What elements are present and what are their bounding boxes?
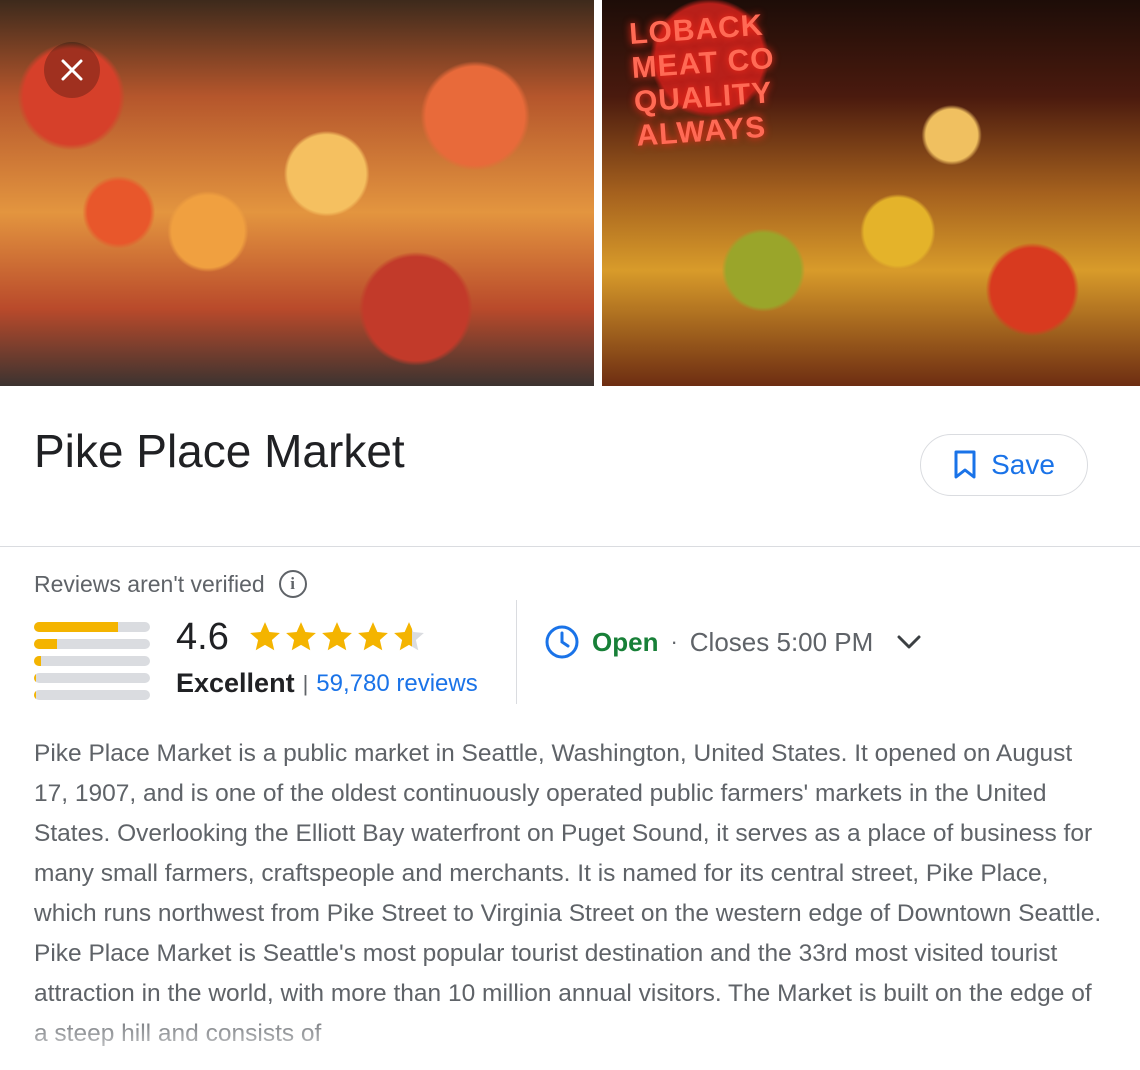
reviews-note-row: Reviews aren't verified i [34,570,307,598]
star-icon [358,622,388,651]
hours-row[interactable]: Open · Closes 5:00 PM [544,624,923,660]
rating-bar-2 [34,673,150,683]
close-icon [61,59,83,81]
photo-strip: LOBACK MEAT CO QUALITY ALWAYS [0,0,1140,388]
save-label: Save [991,449,1055,480]
market-produce-photo[interactable] [0,0,594,386]
place-description: Pike Place Market is a public market in … [34,740,1102,1047]
rating-distribution [34,622,150,707]
reviews-note: Reviews aren't verified [34,570,265,597]
rating-bar-fill [34,622,118,632]
rating-bar-fill [34,656,41,666]
rating-bar-fill [34,639,58,649]
dot-separator: · [670,629,678,654]
chevron-down-icon [897,635,921,649]
separator: | [302,670,309,696]
neon-sign: LOBACK MEAT CO QUALITY ALWAYS [628,8,776,153]
info-icon[interactable]: i [278,570,307,598]
rating-bar-3 [34,656,150,666]
rating-bar-fill [34,690,37,700]
hours-expand-button[interactable] [895,632,923,652]
bookmark-icon [954,450,976,479]
place-header: Pike Place Market Save [0,388,1140,547]
closing-time: Closes 5:00 PM [689,626,874,657]
star-icon [250,622,280,651]
star-rating [248,620,426,654]
open-status: Open [592,626,659,657]
reviews-link[interactable]: 59,780 reviews [316,670,477,698]
save-button[interactable]: Save [920,434,1088,496]
text-fade-overlay [0,1010,1140,1070]
rating-word: Excellent [176,668,295,698]
star-icon [394,622,424,651]
rating-bar-fill [34,673,37,683]
market-stall-photo[interactable]: LOBACK MEAT CO QUALITY ALWAYS [602,0,1140,386]
star-icon [286,622,316,651]
vertical-divider [516,600,517,704]
clock-icon [545,625,579,659]
rating-bar-4 [34,639,150,649]
page-title: Pike Place Market [34,425,405,477]
rating-bar-1 [34,690,150,700]
rating-value: 4.6 [176,616,229,658]
close-button[interactable] [44,42,100,98]
rating-bar-5 [34,622,150,632]
rating-summary: Excellent | 59,780 reviews [176,668,478,699]
star-icon [322,622,352,651]
